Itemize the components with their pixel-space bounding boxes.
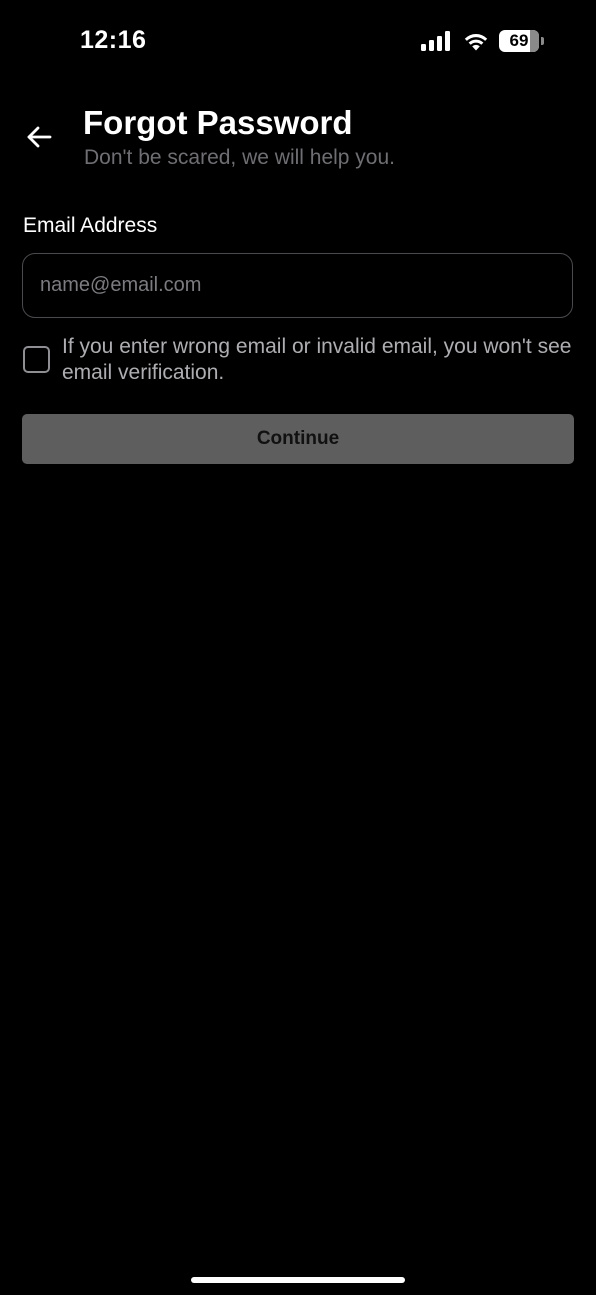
signal-icon	[421, 31, 450, 51]
email-warning-checkbox[interactable]	[23, 346, 50, 373]
status-icons: 69	[421, 28, 544, 54]
arrow-left-icon	[27, 126, 52, 148]
page-subtitle: Don't be scared, we will help you.	[84, 146, 396, 169]
battery-empty-portion	[530, 30, 539, 52]
battery-body: 69	[499, 30, 539, 52]
continue-button[interactable]: Continue	[22, 414, 574, 464]
status-time: 12:16	[80, 26, 147, 54]
wifi-icon	[464, 34, 488, 51]
battery-icon: 69	[499, 30, 544, 52]
back-button[interactable]	[22, 120, 56, 154]
email-warning-text: If you enter wrong email or invalid emai…	[62, 335, 572, 384]
battery-cap	[541, 37, 544, 45]
status-bar: 12:16 69	[0, 0, 596, 80]
battery-level: 69	[509, 31, 529, 50]
home-indicator	[191, 1277, 405, 1283]
email-field[interactable]	[22, 253, 573, 318]
page-title: Forgot Password	[83, 104, 353, 141]
email-label: Email Address	[23, 214, 158, 237]
